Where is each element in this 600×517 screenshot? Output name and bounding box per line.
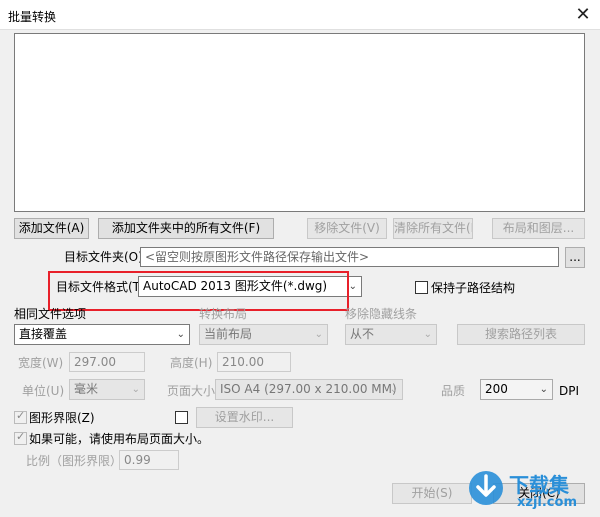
chevron-down-icon: ⌄ bbox=[423, 329, 432, 340]
convert-layout-select[interactable]: 当前布局 ⌄ bbox=[199, 324, 328, 345]
remove-file-button[interactable]: 移除文件(V) bbox=[307, 218, 387, 239]
watermark-checkbox[interactable] bbox=[175, 411, 188, 424]
same-file-option-value: 直接覆盖 bbox=[19, 327, 68, 341]
watermark-brand-name: 下载集 bbox=[509, 473, 569, 497]
clear-all-files-button[interactable]: 清除所有文件(L) bbox=[393, 218, 473, 239]
set-watermark-button[interactable]: 设置水印... bbox=[196, 407, 293, 428]
height-input[interactable]: 210.00 bbox=[217, 352, 291, 372]
use-layout-size-checkbox[interactable] bbox=[14, 430, 27, 445]
target-folder-input[interactable]: <留空则按原图形文件路径保存输出文件> bbox=[140, 247, 559, 267]
quality-select[interactable]: 200 ⌄ bbox=[480, 379, 553, 400]
target-format-label: 目标文件格式(T) bbox=[56, 280, 145, 294]
use-layout-size-label: 如果可能，请使用布局页面大小。 bbox=[29, 432, 210, 446]
keep-subpath-checkbox[interactable] bbox=[415, 281, 428, 294]
add-file-button[interactable]: 添加文件(A) bbox=[14, 218, 89, 239]
quality-unit: DPI bbox=[559, 384, 580, 398]
keep-subpath-label: 保持子路径结构 bbox=[431, 281, 516, 295]
unit-select[interactable]: 毫米 ⌄ bbox=[69, 379, 145, 400]
watermark-brand-url: xzji.com bbox=[517, 495, 577, 510]
close-icon[interactable]: ✕ bbox=[571, 3, 595, 27]
quality-label: 品质 bbox=[441, 384, 466, 398]
convert-layout-label: 转换布局 bbox=[199, 307, 248, 321]
chevron-down-icon: ⌄ bbox=[176, 329, 185, 340]
unit-value: 毫米 bbox=[74, 382, 99, 396]
page-size-label: 页面大小 bbox=[167, 384, 216, 398]
page-size-select[interactable]: ISO A4 (297.00 x 210.00 MM) ⌄ bbox=[215, 379, 403, 400]
target-format-value: AutoCAD 2013 图形文件(*.dwg) bbox=[143, 279, 328, 293]
scale-label: 比例（图形界限） bbox=[26, 454, 123, 468]
width-label: 宽度(W) bbox=[18, 356, 64, 370]
file-list[interactable] bbox=[14, 33, 585, 212]
convert-layout-value: 当前布局 bbox=[204, 327, 253, 341]
window-title: 批量转换 bbox=[8, 10, 57, 24]
chevron-down-icon: ⌄ bbox=[348, 281, 357, 292]
title-bar bbox=[0, 0, 600, 30]
drawing-limits-checkbox[interactable] bbox=[14, 409, 27, 424]
start-button[interactable]: 开始(S) bbox=[392, 483, 472, 504]
same-file-option-label: 相同文件选项 bbox=[14, 307, 87, 321]
drawing-limits-label: 图形界限(Z) bbox=[29, 411, 95, 425]
width-input[interactable]: 297.00 bbox=[69, 352, 145, 372]
target-format-select[interactable]: AutoCAD 2013 图形文件(*.dwg) ⌄ bbox=[138, 276, 362, 297]
site-watermark-logo: 下载集 xzji.com bbox=[465, 467, 591, 513]
target-folder-label: 目标文件夹(O) bbox=[64, 250, 143, 264]
chevron-down-icon: ⌄ bbox=[539, 384, 548, 395]
chevron-down-icon: ⌄ bbox=[131, 384, 140, 395]
chevron-down-icon: ⌄ bbox=[314, 329, 323, 340]
remove-hidden-select[interactable]: 从不 ⌄ bbox=[345, 324, 437, 345]
search-path-list-button[interactable]: 搜索路径列表 bbox=[457, 324, 585, 345]
remove-hidden-value: 从不 bbox=[350, 327, 375, 341]
scale-input[interactable]: 0.99 bbox=[119, 450, 179, 470]
remove-hidden-label: 移除隐藏线条 bbox=[345, 307, 418, 321]
quality-value: 200 bbox=[485, 382, 508, 396]
layouts-layers-button[interactable]: 布局和图层... bbox=[492, 218, 585, 239]
unit-label: 单位(U) bbox=[22, 384, 65, 398]
chevron-down-icon: ⌄ bbox=[389, 384, 398, 395]
add-folder-files-button[interactable]: 添加文件夹中的所有文件(F) bbox=[98, 218, 274, 239]
height-label: 高度(H) bbox=[170, 356, 213, 370]
browse-folder-button[interactable]: ... bbox=[565, 247, 585, 268]
page-size-value: ISO A4 (297.00 x 210.00 MM) bbox=[220, 382, 397, 396]
same-file-option-select[interactable]: 直接覆盖 ⌄ bbox=[14, 324, 190, 345]
